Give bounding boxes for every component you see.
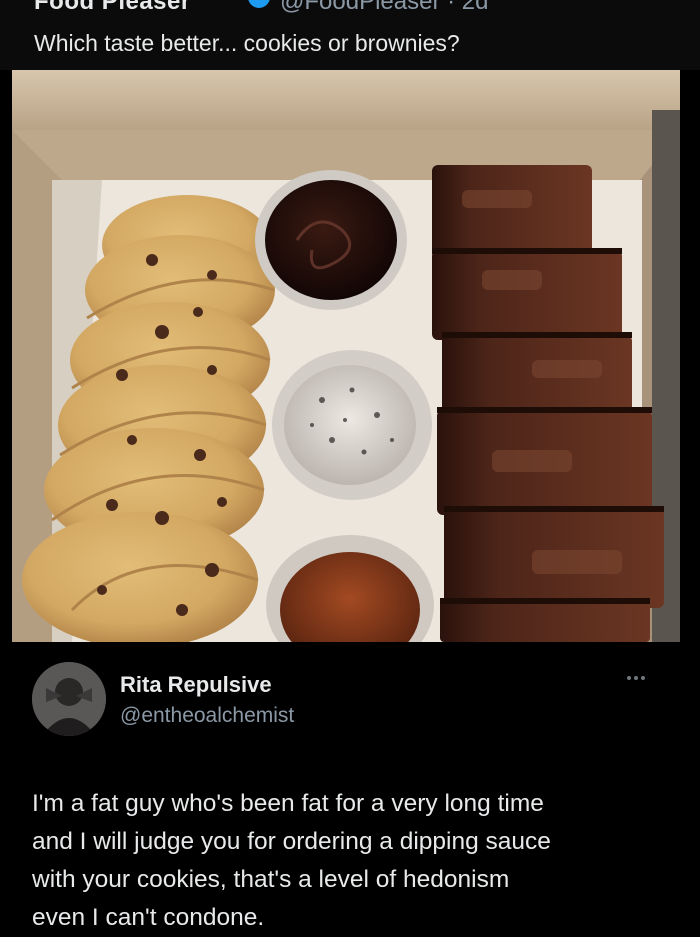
reply-author-name[interactable]: Rita Repulsive	[120, 672, 272, 698]
original-author-name[interactable]: Food Pleaser	[34, 0, 191, 16]
more-options-icon[interactable]	[618, 670, 654, 686]
reply-author-handle[interactable]: @entheoalchemist	[120, 704, 294, 728]
verified-badge-icon	[248, 0, 270, 8]
reply-line: I'm a fat guy who's been fat for a very …	[32, 790, 544, 817]
original-post-text: Which taste better... cookies or brownie…	[34, 30, 460, 56]
original-post-header: Food Pleaser @FoodPleaser · 2d Which tas…	[0, 0, 700, 70]
reply-line: with your cookies, that's a level of hed…	[32, 866, 510, 893]
reply-post: Rita Repulsive @entheoalchemist I'm a fa…	[0, 642, 700, 933]
reply-body: I'm a fat guy who's been fat for a very …	[32, 785, 672, 937]
reply-line: and I will judge you for ordering a dipp…	[32, 828, 551, 855]
avatar[interactable]	[32, 662, 106, 736]
post-photo[interactable]	[12, 70, 680, 642]
original-author-handle[interactable]: @FoodPleaser · 2d	[280, 0, 488, 16]
reply-line: even I can't condone.	[32, 904, 265, 931]
